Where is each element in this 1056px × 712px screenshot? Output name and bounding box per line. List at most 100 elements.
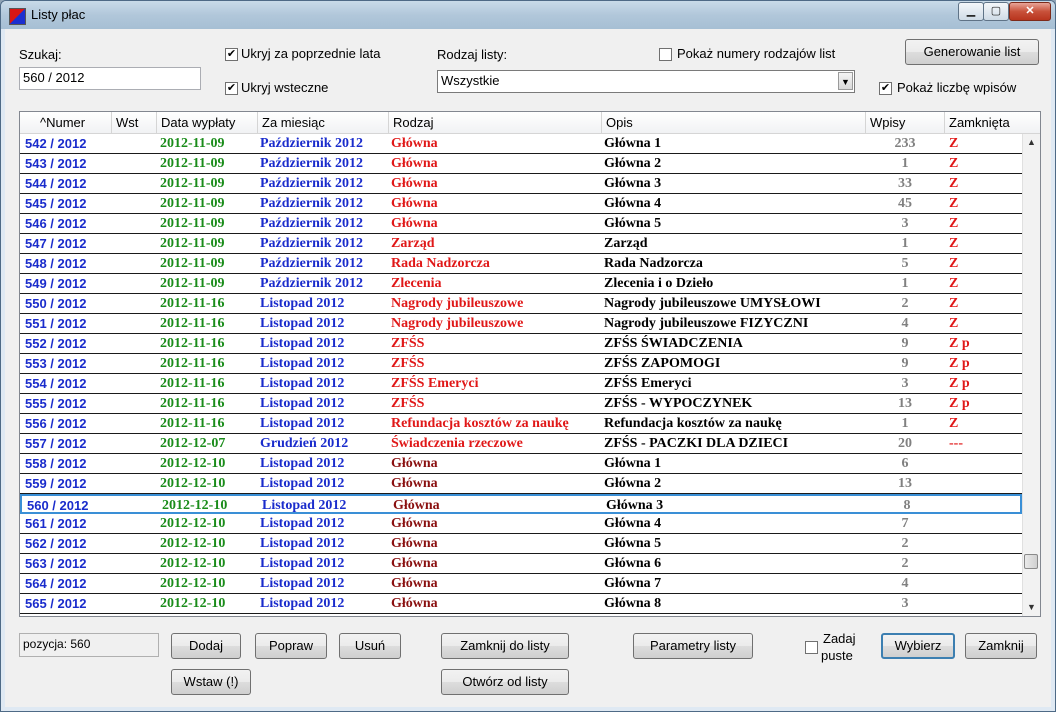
cell-entries: 3	[901, 216, 909, 231]
cell-kind: Główna	[391, 196, 438, 211]
table-row[interactable]: 558 / 2012 2012-12-10 Listopad 2012 Główna G…	[20, 454, 1022, 474]
cell-closed: Z	[949, 316, 959, 331]
header-date[interactable]: Data wypłaty	[157, 112, 258, 133]
cell-description: Główna 4	[604, 196, 662, 211]
cell-date: 2012-11-09	[160, 136, 225, 151]
table-row[interactable]: 547 / 2012 2012-11-09 Październik 2012 Zarz…	[20, 234, 1022, 254]
cell-number: 553 / 2012	[25, 356, 87, 371]
cell-entries: 4	[901, 316, 909, 331]
cell-entries: 3	[901, 376, 909, 391]
hide-prev-years-checkbox[interactable]: ✔	[225, 48, 238, 61]
choose-button[interactable]: Wybierz	[881, 633, 955, 659]
table-row[interactable]: 554 / 2012 2012-11-16 Listopad 2012 ZFŚS Em…	[20, 374, 1022, 394]
table-row[interactable]: 543 / 2012 2012-11-09 Październik 2012 Głów…	[20, 154, 1022, 174]
cell-entries: 3	[901, 596, 909, 611]
table-row[interactable]: 557 / 2012 2012-12-07 Grudzień 2012 Świadcz…	[20, 434, 1022, 454]
header-number[interactable]: ^Numer	[20, 112, 112, 133]
cell-wst	[118, 496, 158, 515]
cell-date: 2012-12-10	[160, 536, 226, 551]
cell-month: Październik 2012	[260, 156, 364, 171]
cell-closed: Z p	[949, 396, 970, 411]
table-row[interactable]: 549 / 2012 2012-11-09 Październik 2012 Zlec…	[20, 274, 1022, 294]
header-closed[interactable]: Zamknięta	[945, 112, 1040, 133]
table-row[interactable]: 552 / 2012 2012-11-16 Listopad 2012 ZFŚS ZFŚ…	[20, 334, 1022, 354]
ask-empty-checkbox[interactable]	[805, 641, 818, 654]
table-row[interactable]: 561 / 2012 2012-12-10 Listopad 2012 Główna G…	[20, 514, 1022, 534]
table-row[interactable]: 542 / 2012 2012-11-09 Październik 2012 Głów…	[20, 134, 1022, 154]
vertical-scrollbar[interactable]: ▲ ▼	[1022, 134, 1040, 616]
kind-select[interactable]: Wszystkie ▼	[437, 70, 855, 93]
table-row[interactable]: 545 / 2012 2012-11-09 Październik 2012 Głów…	[20, 194, 1022, 214]
cell-wst	[116, 154, 156, 173]
table-row[interactable]: 560 / 2012 2012-12-10 Listopad 2012 Główna G…	[20, 494, 1022, 514]
cell-wst	[116, 554, 156, 573]
cell-number: 555 / 2012	[25, 396, 87, 411]
table-header: ^Numer Wst Data wypłaty Za miesiąc Rodza…	[20, 112, 1040, 134]
scroll-thumb[interactable]	[1024, 554, 1038, 569]
header-wst[interactable]: Wst	[112, 112, 157, 133]
edit-button[interactable]: Popraw	[255, 633, 327, 659]
close-icon[interactable]: ✕	[1009, 2, 1051, 21]
cell-entries: 2	[901, 296, 909, 311]
search-input[interactable]: 560 / 2012	[19, 67, 201, 90]
cell-description: Główna 5	[604, 216, 662, 231]
header-description[interactable]: Opis	[602, 112, 866, 133]
table-row[interactable]: 565 / 2012 2012-12-10 Listopad 2012 Główna G…	[20, 594, 1022, 614]
cell-number: 546 / 2012	[25, 216, 87, 231]
search-label: Szukaj:	[19, 47, 62, 62]
cell-entries: 7	[901, 516, 909, 531]
show-kind-numbers-label: Pokaż numery rodzajów list	[677, 46, 836, 61]
cell-entries: 8	[903, 498, 911, 513]
table-row[interactable]: 559 / 2012 2012-12-10 Listopad 2012 Główna G…	[20, 474, 1022, 494]
minimize-icon[interactable]: ▁	[958, 2, 984, 21]
table-row[interactable]: 553 / 2012 2012-11-16 Listopad 2012 ZFŚS ZFŚ…	[20, 354, 1022, 374]
cell-date: 2012-11-09	[160, 236, 225, 251]
cell-number: 542 / 2012	[25, 136, 87, 151]
cell-closed: Z	[949, 276, 959, 291]
show-kind-numbers-checkbox[interactable]	[659, 48, 672, 61]
delete-button[interactable]: Usuń	[339, 633, 401, 659]
header-kind[interactable]: Rodzaj	[389, 112, 602, 133]
chevron-down-icon[interactable]: ▼	[838, 72, 853, 90]
title-bar[interactable]: Listy płac ▁ ▢ ✕	[1, 1, 1055, 29]
close-button[interactable]: Zamknij	[965, 633, 1037, 659]
insert-button[interactable]: Wstaw (!)	[171, 669, 251, 695]
table-row[interactable]: 548 / 2012 2012-11-09 Październik 2012 Rada…	[20, 254, 1022, 274]
list-params-button[interactable]: Parametry listy	[633, 633, 753, 659]
show-entry-count-checkbox[interactable]: ✔	[879, 82, 892, 95]
cell-number: 545 / 2012	[25, 196, 87, 211]
cell-kind: Główna	[391, 476, 438, 491]
cell-description: Główna 6	[604, 556, 662, 571]
cell-description: Główna 3	[606, 498, 664, 513]
cell-kind: ZFŚS	[391, 336, 425, 351]
cell-wst	[116, 174, 156, 193]
cell-date: 2012-11-16	[160, 336, 225, 351]
table-row[interactable]: 556 / 2012 2012-11-16 Listopad 2012 Refunda…	[20, 414, 1022, 434]
table-row[interactable]: 551 / 2012 2012-11-16 Listopad 2012 Nagrody…	[20, 314, 1022, 334]
scroll-up-icon[interactable]: ▲	[1023, 134, 1040, 151]
header-month[interactable]: Za miesiąc	[258, 112, 389, 133]
table-row[interactable]: 544 / 2012 2012-11-09 Październik 2012 Głów…	[20, 174, 1022, 194]
scroll-down-icon[interactable]: ▼	[1023, 599, 1040, 616]
show-entry-count-label: Pokaż liczbę wpisów	[897, 80, 1017, 95]
table-row[interactable]: 555 / 2012 2012-11-16 Listopad 2012 ZFŚS ZFŚ…	[20, 394, 1022, 414]
table-row[interactable]: 564 / 2012 2012-12-10 Listopad 2012 Główna G…	[20, 574, 1022, 594]
hide-prev-years-label: Ukryj za poprzednie lata	[241, 46, 381, 61]
add-button[interactable]: Dodaj	[171, 633, 241, 659]
table-row[interactable]: 546 / 2012 2012-11-09 Październik 2012 Głów…	[20, 214, 1022, 234]
maximize-icon[interactable]: ▢	[983, 2, 1009, 21]
open-from-list-button[interactable]: Otwórz od listy	[441, 669, 569, 695]
header-entries[interactable]: Wpisy	[866, 112, 945, 133]
table-row[interactable]: 550 / 2012 2012-11-16 Listopad 2012 Nagrody…	[20, 294, 1022, 314]
cell-month: Październik 2012	[260, 196, 364, 211]
cell-wst	[116, 514, 156, 533]
generate-lists-button[interactable]: Generowanie list	[905, 39, 1039, 65]
cell-closed	[949, 474, 1019, 493]
cell-closed	[951, 496, 1021, 515]
hide-retro-checkbox[interactable]: ✔	[225, 82, 238, 95]
cell-kind: Główna	[391, 576, 438, 591]
close-to-list-button[interactable]: Zamknij do listy	[441, 633, 569, 659]
table-row[interactable]: 563 / 2012 2012-12-10 Listopad 2012 Główna G…	[20, 554, 1022, 574]
table-row[interactable]: 562 / 2012 2012-12-10 Listopad 2012 Główna G…	[20, 534, 1022, 554]
cell-entries: 2	[901, 536, 909, 551]
